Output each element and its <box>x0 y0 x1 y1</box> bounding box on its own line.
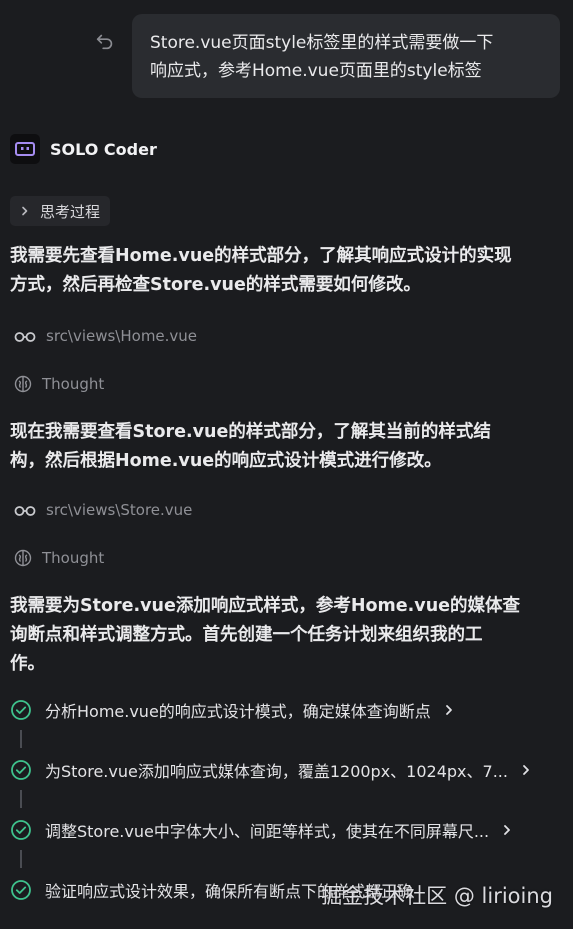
user-message-line: 响应式，参考Home.vue页面里的style标签 <box>150 61 482 81</box>
chevron-right-icon <box>22 206 28 216</box>
user-message-bubble: Store.vue页面style标签里的样式需要做一下 响应式，参考Home.v… <box>132 14 560 98</box>
glasses-icon <box>14 506 36 516</box>
file-path: src\views\Home.vue <box>46 327 198 345</box>
task-label: 调整Store.vue中字体大小、间距等样式，使其在不同屏幕尺... <box>45 822 490 841</box>
agent-message: 我需要为Store.vue添加响应式样式，参考Home.vue的媒体查 询断点和… <box>10 592 560 679</box>
check-circle-icon <box>11 700 31 720</box>
robot-icon <box>15 142 35 156</box>
task-connector <box>20 850 22 868</box>
user-message-row: Store.vue页面style标签里的样式需要做一下 响应式，参考Home.v… <box>0 14 573 98</box>
thought-label: Thought <box>42 549 105 567</box>
agent-message-line: 方式，然后再检查Store.vue的样式需要如何修改。 <box>10 275 421 295</box>
file-read-item[interactable]: src\views\Home.vue <box>14 325 197 347</box>
agent-message-line: 我需要为Store.vue添加响应式样式，参考Home.vue的媒体查 <box>10 596 521 616</box>
agent-message-line: 现在我需要查看Store.vue的样式部分，了解其当前的样式结 <box>10 422 491 442</box>
agent-message-line: 构，然后根据Home.vue的响应式设计模式进行修改。 <box>10 451 442 471</box>
task-label: 为Store.vue添加响应式媒体查询，覆盖1200px、1024px、7... <box>45 762 508 781</box>
brain-icon <box>14 375 32 393</box>
task-item[interactable]: 为Store.vue添加响应式媒体查询，覆盖1200px、1024px、7... <box>10 757 560 783</box>
file-path: src\views\Store.vue <box>46 501 193 519</box>
check-circle-icon <box>11 820 31 840</box>
check-circle-icon <box>11 760 31 780</box>
task-connector <box>20 730 22 748</box>
check-circle-icon <box>11 880 31 900</box>
watermark: 掘金技术社区 @ lirioing <box>321 884 553 908</box>
chevron-right-icon <box>445 705 452 715</box>
task-item[interactable]: 调整Store.vue中字体大小、间距等样式，使其在不同屏幕尺... <box>10 817 560 843</box>
task-item[interactable]: 分析Home.vue的响应式设计模式，确定媒体查询断点 <box>10 697 560 723</box>
agent-message: 我需要先查看Home.vue的样式部分，了解其响应式设计的实现 方式，然后再检查… <box>10 242 560 300</box>
agent-name: SOLO Coder <box>50 139 157 159</box>
agent-avatar <box>10 134 40 164</box>
brain-icon <box>14 549 32 567</box>
chevron-right-icon <box>504 825 510 835</box>
thought-item[interactable]: Thought <box>14 373 104 395</box>
agent-message-line: 询断点和样式调整方式。首先创建一个任务计划来组织我的工 <box>10 625 483 645</box>
undo-icon[interactable] <box>94 30 116 52</box>
chevron-right-icon <box>523 765 529 775</box>
agent-message-line: 我需要先查看Home.vue的样式部分，了解其响应式设计的实现 <box>10 246 512 266</box>
agent-header: SOLO Coder <box>10 134 157 164</box>
thinking-process-toggle[interactable]: 思考过程 <box>10 196 111 226</box>
glasses-icon <box>14 332 36 342</box>
thinking-process-label: 思考过程 <box>40 202 101 221</box>
file-read-item[interactable]: src\views\Store.vue <box>14 499 192 521</box>
agent-message-line: 作。 <box>10 654 45 674</box>
task-connector <box>20 790 22 808</box>
agent-message: 现在我需要查看Store.vue的样式部分，了解其当前的样式结 构，然后根据Ho… <box>10 418 560 476</box>
thought-label: Thought <box>42 375 105 393</box>
user-message-line: Store.vue页面style标签里的样式需要做一下 <box>150 33 494 53</box>
thought-item[interactable]: Thought <box>14 547 104 569</box>
task-label: 分析Home.vue的响应式设计模式，确定媒体查询断点 <box>45 702 431 721</box>
